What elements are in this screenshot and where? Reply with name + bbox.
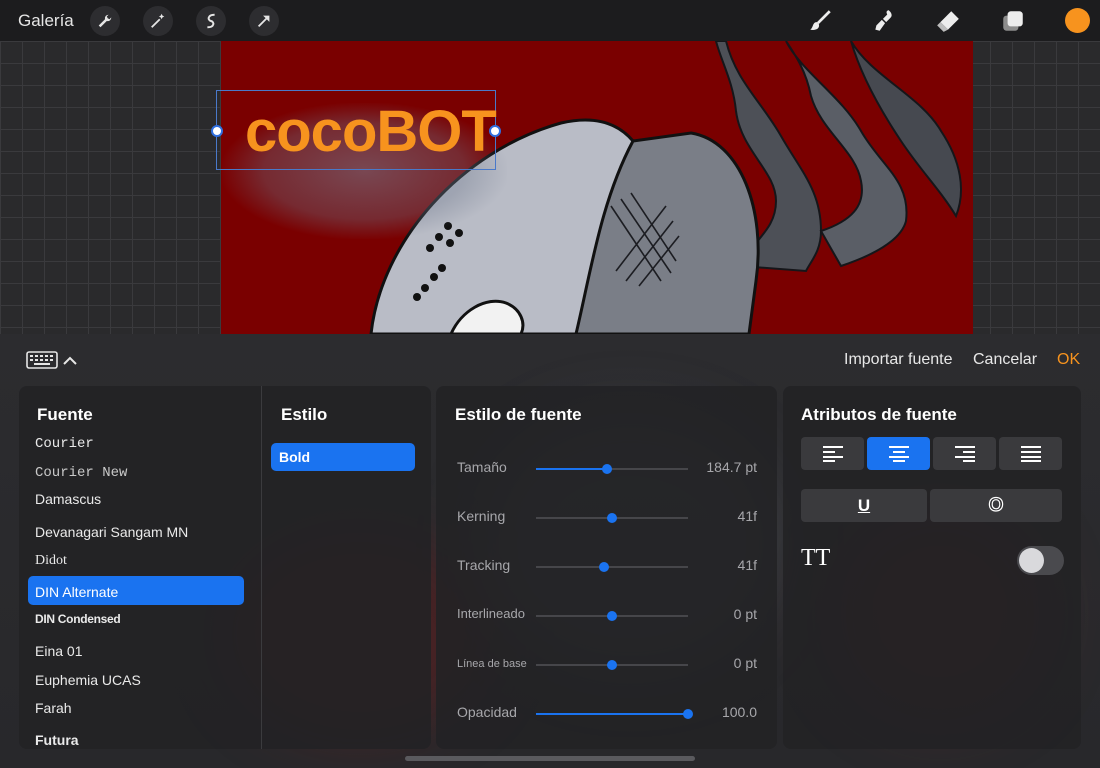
keyboard-icon[interactable] [26,351,58,374]
text-edit-panel: Importar fuente Cancelar OK [0,334,1100,768]
font-item-euphemia-ucas[interactable]: Euphemia UCAS [35,672,141,688]
slider-knob[interactable] [607,611,617,621]
ok-button[interactable]: OK [1057,351,1080,369]
font-item-damascus[interactable]: Damascus [35,491,101,507]
slider-track[interactable] [536,709,693,719]
smudge-icon[interactable] [870,7,898,35]
slider-knob[interactable] [607,660,617,670]
align-left-icon[interactable] [801,437,864,470]
outline-label: O [988,494,1004,516]
slider-label: Línea de base [457,658,527,670]
font-column-title: Fuente [37,405,93,424]
align-center-icon[interactable] [867,437,930,470]
underline-label: U [857,495,871,515]
eraser-icon[interactable] [934,7,962,35]
wrench-icon[interactable] [90,6,120,36]
slider-value: 41f [737,508,757,524]
top-toolbar: Galería [0,0,1100,41]
chevron-up-icon[interactable] [63,353,77,371]
outline-button[interactable]: O [930,489,1062,522]
font-attributes-title: Atributos de fuente [801,405,957,424]
slider-fill [536,517,612,519]
cancel-button[interactable]: Cancelar [973,351,1037,369]
slider-value: 41f [737,557,757,573]
slider-value: 0 pt [733,606,757,622]
font-item-din-condensed[interactable]: DIN Condensed [35,612,121,626]
font-item-eina-01[interactable]: Eina 01 [35,643,82,659]
font-style-title: Estilo de fuente [455,405,582,424]
import-font-button[interactable]: Importar fuente [844,351,953,369]
style-item-bold[interactable]: Bold [271,443,415,471]
slider-label: Opacidad [457,704,517,720]
all-caps-toggle[interactable] [1017,546,1064,575]
layers-icon[interactable] [999,7,1027,35]
slider-opacity[interactable]: Opacidad 100.0 [457,704,757,724]
home-indicator[interactable] [405,756,695,761]
slider-track[interactable] [536,611,688,621]
slider-value: 184.7 pt [706,459,757,475]
style-column-title: Estilo [281,405,328,424]
slider-track[interactable] [536,562,688,572]
transform-arrow-icon[interactable] [249,6,279,36]
slider-size[interactable]: Tamaño 184.7 pt [457,459,757,479]
slider-kerning[interactable]: Kerning 41f [457,508,757,528]
slider-baseline[interactable]: Línea de base 0 pt [457,655,757,675]
font-item-didot[interactable]: Didot [35,553,67,569]
slider-value: 0 pt [733,655,757,671]
slider-knob[interactable] [607,513,617,523]
slider-value: 100.0 [721,704,757,720]
slider-track[interactable] [536,660,688,670]
canvas-area[interactable]: cocoBOT [0,41,1100,334]
brush-icon[interactable] [806,7,834,35]
slider-label: Tracking [457,557,511,573]
slider-track[interactable] [536,464,688,474]
align-justify-icon[interactable] [999,437,1062,470]
font-item-devanagari-sangam-mn[interactable]: Devanagari Sangam MN [35,524,188,540]
gallery-button[interactable]: Galería [18,11,74,31]
underline-button[interactable]: U [801,489,927,522]
font-item-din-alternate[interactable]: DIN Alternate [35,584,118,600]
slider-label: Kerning [457,508,506,524]
selection-icon[interactable] [196,6,226,36]
canvas-text-layer[interactable]: cocoBOT [245,98,497,165]
toggle-knob [1019,548,1044,573]
slider-label: Interlineado [457,606,525,621]
align-right-icon[interactable] [933,437,996,470]
font-item-futura[interactable]: Futura [35,732,79,746]
slider-fill [536,713,688,715]
slider-line-spacing[interactable]: Interlineado 0 pt [457,606,757,626]
magic-wand-icon[interactable] [143,6,173,36]
font-item-farah[interactable]: Farah [35,700,72,716]
slider-knob[interactable] [683,709,693,719]
slider-label: Tamaño [457,459,507,475]
font-item-courier-new[interactable]: Courier New [35,465,127,481]
column-divider [261,386,262,749]
font-item-courier[interactable]: Courier [35,436,94,452]
left-resize-handle[interactable] [211,125,223,137]
slider-knob[interactable] [602,464,613,474]
slider-track[interactable] [536,513,688,523]
slider-fill [536,468,608,470]
slider-fill [536,615,612,617]
all-caps-label: TT [801,545,831,571]
color-picker-button[interactable] [1065,8,1090,33]
slider-fill [536,566,604,568]
slider-fill [536,664,612,666]
slider-tracking[interactable]: Tracking 41f [457,557,757,577]
slider-knob[interactable] [599,562,610,572]
